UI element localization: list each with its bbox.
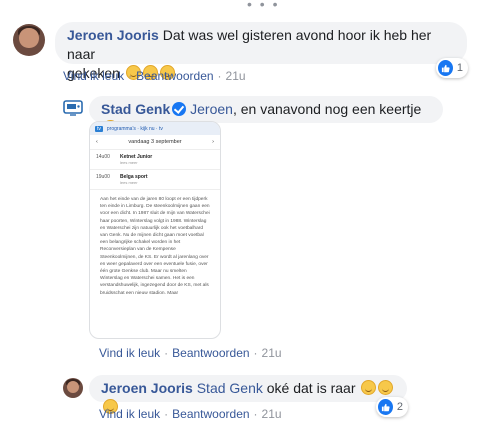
screenshot-header: tv programma's · kijk nu · tv: [90, 122, 220, 135]
day-selector: ‹ vandaag 3 september ›: [90, 135, 220, 150]
reply-link[interactable]: Beantwoorden: [172, 407, 249, 421]
reply-bubble: Jeroen Jooris Stad Genk oké dat is raar: [89, 375, 407, 414]
like-link[interactable]: Vind ik leuk: [99, 407, 160, 421]
tv-badge: tv: [95, 125, 103, 132]
program-time: 14u00: [96, 154, 110, 160]
like-link[interactable]: Vind ik leuk: [99, 346, 160, 360]
reaction-summary[interactable]: 2: [376, 397, 408, 417]
smile-emoji-icon: [361, 380, 377, 395]
like-reaction-icon: [438, 60, 453, 76]
more-dots-icon[interactable]: • • •: [247, 0, 279, 11]
day-label: vandaag 3 september: [128, 139, 182, 145]
avatar[interactable]: [13, 24, 45, 56]
avatar[interactable]: [63, 378, 83, 398]
like-reaction-icon: [378, 399, 393, 415]
reaction-summary[interactable]: 1: [436, 58, 468, 78]
reaction-count: 1: [456, 62, 463, 74]
reply-bubble: Stad Genk Jeroen, en vanavond nog een ke…: [89, 96, 443, 135]
comment-actions: Vind ik leuk · Beantwoorden · 21u: [63, 69, 246, 83]
smile-emoji-icon: [378, 380, 394, 395]
reaction-count: 2: [396, 401, 403, 413]
screenshot-nav: programma's · kijk nu · tv: [106, 125, 163, 132]
timestamp[interactable]: 21u: [262, 346, 282, 360]
timestamp[interactable]: 21u: [262, 407, 282, 421]
comment-author[interactable]: Jeroen Jooris: [101, 380, 193, 396]
chevron-right-icon: ›: [212, 139, 214, 145]
chevron-left-icon: ‹: [96, 139, 98, 145]
comment-text: oké dat is raar: [266, 380, 356, 396]
tv-logo-icon[interactable]: [62, 97, 84, 119]
program-description: Aan het einde van de jaren 80 loopt er e…: [100, 197, 210, 296]
comment-actions: Vind ik leuk · Beantwoorden · 21u: [99, 346, 282, 360]
mention-link[interactable]: Stad Genk: [197, 380, 263, 396]
like-link[interactable]: Vind ik leuk: [63, 69, 124, 83]
program-sub: lees meer: [120, 160, 138, 165]
attached-screenshot[interactable]: tv programma's · kijk nu · tv ‹ vandaag …: [89, 121, 221, 339]
reply-link[interactable]: Beantwoorden: [136, 69, 213, 83]
comment-text: , en vanavond nog een keertje: [232, 101, 422, 117]
program-time: 19u00: [96, 174, 110, 180]
mention-link[interactable]: Jeroen: [190, 101, 233, 117]
verified-badge-icon: [172, 102, 187, 116]
timestamp[interactable]: 21u: [226, 69, 246, 83]
reply-link[interactable]: Beantwoorden: [172, 346, 249, 360]
comment-author[interactable]: Jeroen Jooris: [67, 27, 159, 43]
program-row: 19u00 Belga sport lees meer: [90, 170, 220, 190]
comment-bubble: Jeroen Jooris Dat was wel gisteren avond…: [55, 22, 467, 81]
comment-author[interactable]: Stad Genk: [101, 101, 170, 117]
comment-actions: Vind ik leuk · Beantwoorden · 21u: [99, 407, 282, 421]
program-row: 14u00 Ketnet Junior lees meer: [90, 150, 220, 170]
program-sub: lees meer: [120, 180, 138, 185]
